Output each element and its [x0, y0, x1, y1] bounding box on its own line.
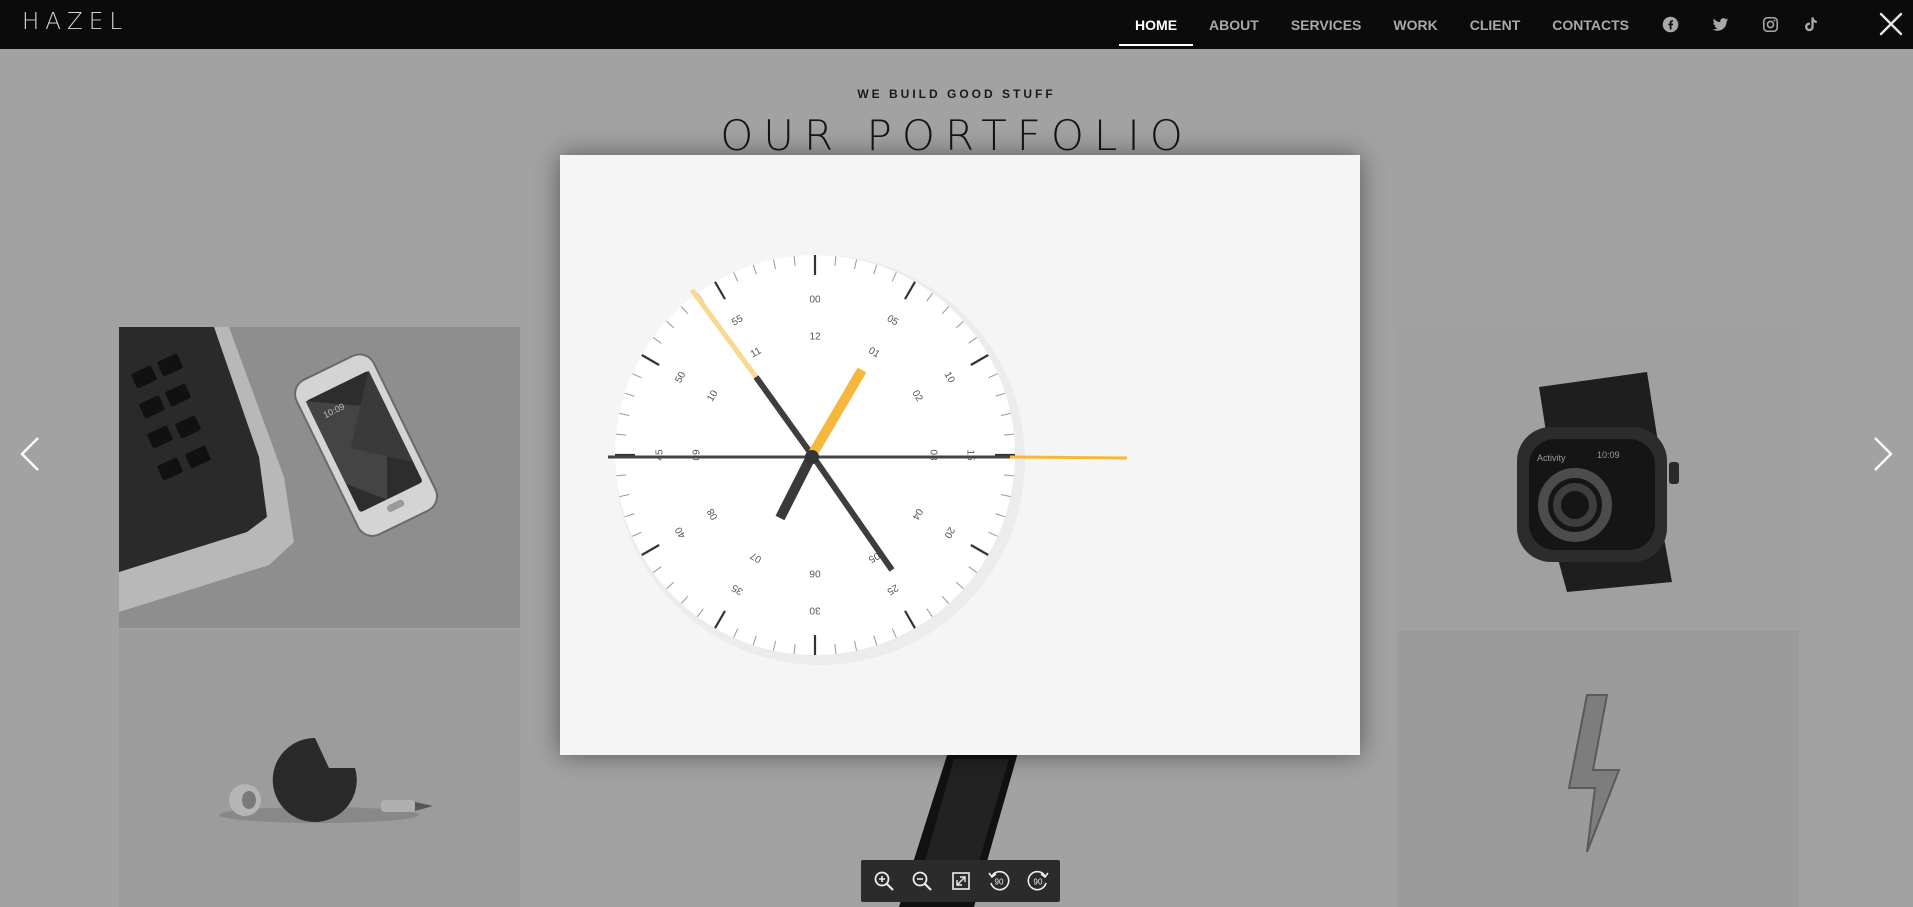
nav-services[interactable]: SERVICES: [1275, 0, 1378, 49]
section-kicker: WE BUILD GOOD STUFF: [857, 87, 1056, 101]
section-heading: OUR PORTFOLIO: [720, 111, 1193, 160]
fullscreen-icon[interactable]: [945, 865, 977, 897]
nav-home[interactable]: HOME: [1119, 0, 1194, 49]
lightbox-image[interactable]: 00 05 10 15 20 25 30 35 40 45 50 55 12 01 02 03 04 05 06 0…: [560, 155, 1360, 755]
brand-logo[interactable]: HAZEL: [22, 9, 128, 35]
zoom-in-icon[interactable]: [868, 865, 900, 897]
nav-client[interactable]: CLIENT: [1454, 0, 1537, 49]
clock-hour-label: 12: [809, 332, 821, 343]
clock-minute-label: 45: [655, 449, 666, 461]
portfolio-tile-objects[interactable]: [119, 630, 520, 907]
facebook-icon[interactable]: [1645, 0, 1695, 49]
zoom-out-icon[interactable]: [906, 865, 938, 897]
clock-minute-label: 30: [809, 604, 821, 615]
rotate-right-label: 90: [1033, 878, 1042, 887]
clock-image: 000510152025303540455055 120102030405060…: [560, 155, 1360, 755]
smartwatch-image: Activity 10:09: [1397, 327, 1799, 628]
lightning-bolt-image: [1397, 630, 1799, 907]
tiktok-icon[interactable]: [1795, 0, 1825, 49]
objects-image: [119, 630, 520, 907]
portfolio-tile-laptop-phone[interactable]: 10:09: [119, 327, 520, 628]
close-lightbox-icon[interactable]: [1877, 10, 1905, 38]
watch-time-label: 10:09: [1597, 450, 1620, 460]
instagram-icon[interactable]: [1745, 0, 1795, 49]
clock-hour-label: 06: [809, 567, 821, 578]
twitter-icon[interactable]: [1695, 0, 1745, 49]
rotate-left-icon[interactable]: 90: [983, 865, 1015, 897]
nav-work[interactable]: WORK: [1377, 0, 1453, 49]
prev-arrow-icon[interactable]: [12, 432, 48, 476]
portfolio-tile-smartwatch[interactable]: Activity 10:09: [1397, 327, 1799, 628]
rotate-right-icon[interactable]: 90: [1022, 865, 1054, 897]
clock-hour-label: 09: [692, 449, 703, 461]
lightbox-toolbar: 90 90: [861, 860, 1060, 902]
rotate-left-label: 90: [995, 878, 1004, 887]
clock-hour-label: 03: [927, 449, 938, 461]
nav-about[interactable]: ABOUT: [1193, 0, 1275, 49]
top-navbar: HAZEL HOME ABOUT SERVICES WORK CLIENT CO…: [0, 0, 1913, 49]
nav-contacts[interactable]: CONTACTS: [1536, 0, 1645, 49]
laptop-phone-image: 10:09: [119, 327, 520, 628]
next-arrow-icon[interactable]: [1865, 432, 1901, 476]
watch-activity-label: Activity: [1537, 453, 1566, 463]
main-nav: HOME ABOUT SERVICES WORK CLIENT CONTACTS: [1119, 0, 1825, 49]
clock-minute-label: 15: [964, 449, 975, 461]
clock-minute-label: 00: [809, 295, 821, 306]
portfolio-tile-bolt[interactable]: [1397, 630, 1799, 907]
